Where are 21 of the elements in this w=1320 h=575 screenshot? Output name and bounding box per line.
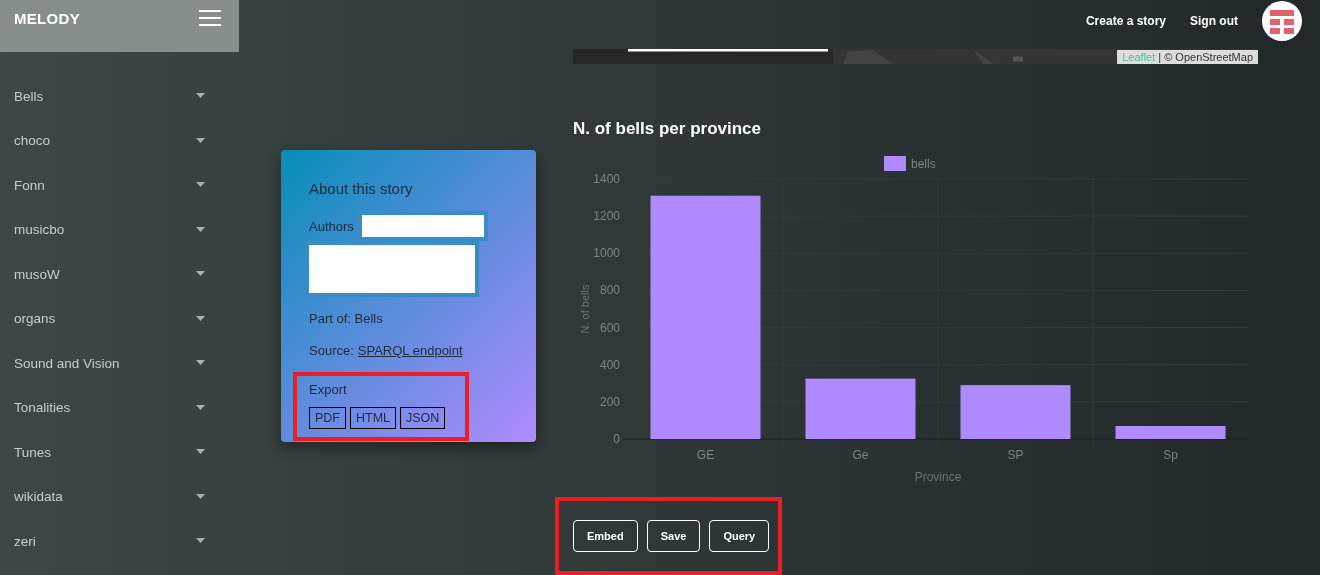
authors-label: Authors	[309, 218, 354, 234]
y-tick-label: 1000	[593, 246, 620, 261]
y-tick-label: 1200	[593, 209, 620, 224]
x-tick-label: Ge	[852, 448, 869, 462]
attribution-text: | © OpenStreetMap	[1158, 50, 1253, 64]
y-tick-label: 400	[599, 357, 620, 372]
card-title: About this story	[309, 180, 414, 197]
y-tick-label: 1400	[593, 172, 620, 186]
y-tick-label: 800	[599, 283, 620, 298]
x-axis-title: Province	[914, 470, 962, 484]
part-of-text: Part of: Bells	[309, 311, 384, 326]
x-tick-label: GE	[696, 448, 715, 462]
x-tick-label: Sp	[1163, 448, 1178, 462]
legend-label: bells	[911, 157, 936, 171]
export-label: Export	[309, 382, 348, 397]
source-label: Source:	[309, 343, 354, 358]
chart-title: N. of bells per province	[573, 119, 762, 139]
x-tick-label: SP	[1007, 448, 1024, 462]
y-tick-label: 600	[599, 320, 620, 335]
y-tick-label: 0	[613, 432, 620, 446]
y-tick-label: 200	[599, 394, 620, 409]
